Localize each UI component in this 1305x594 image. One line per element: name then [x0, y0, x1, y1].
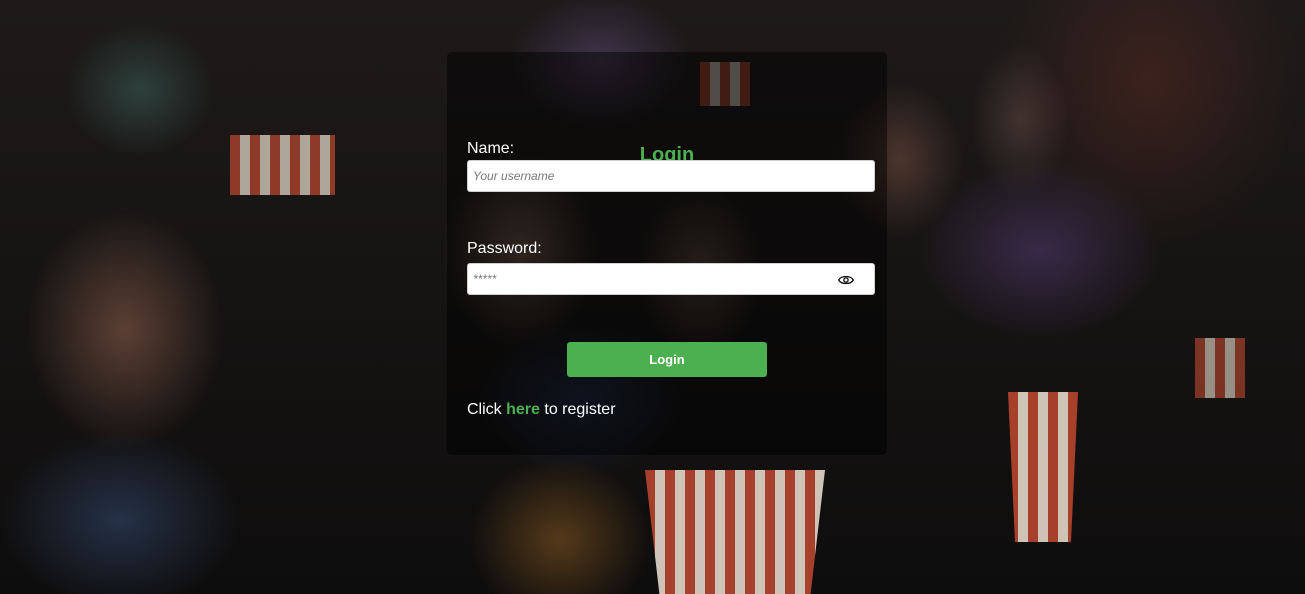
eye-icon[interactable] — [838, 273, 854, 287]
popcorn-bucket-decor — [645, 470, 825, 594]
password-input[interactable] — [468, 264, 874, 294]
background-photo: Login Name: Password: Login Click here t… — [0, 0, 1305, 594]
login-panel: Login Name: Password: Login Click here t… — [447, 52, 887, 455]
login-button[interactable]: Login — [567, 342, 767, 377]
register-prefix-text: Click — [467, 401, 502, 418]
popcorn-bucket-decor — [1195, 338, 1245, 398]
popcorn-bucket-decor — [1008, 392, 1078, 542]
register-suffix-text: to register — [544, 401, 616, 418]
name-label: Name: — [467, 140, 515, 157]
username-field-wrapper — [467, 160, 875, 192]
popcorn-bucket-decor — [230, 135, 335, 195]
register-link[interactable]: here — [506, 401, 540, 418]
username-input[interactable] — [468, 161, 874, 191]
register-prompt: Click here to register — [467, 401, 616, 419]
password-label: Password: — [467, 240, 542, 257]
password-field-wrapper — [467, 263, 875, 295]
